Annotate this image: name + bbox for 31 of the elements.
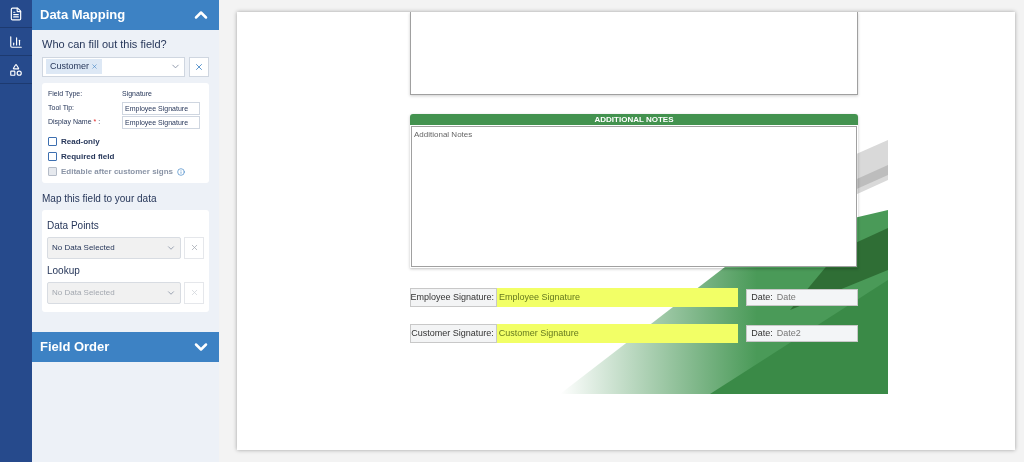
role-tag[interactable]: Customer (46, 58, 102, 75)
close-icon (194, 61, 204, 72)
info-icon (177, 167, 186, 176)
checkbox[interactable] (48, 137, 57, 146)
data-select[interactable]: No Data Selected (47, 236, 181, 259)
date-field[interactable]: Date: Date (746, 289, 858, 306)
select-label: Lookup (47, 263, 81, 278)
checkbox[interactable] (48, 152, 57, 161)
checkbox-label: Editable after customer signs (61, 165, 174, 178)
date-label: Date: (751, 326, 773, 340)
notes-header: ADDITIONAL NOTES (410, 114, 858, 125)
date-value: Date (776, 290, 796, 304)
role-select[interactable]: Customer (42, 56, 185, 77)
close-icon (189, 243, 199, 252)
notes-field[interactable]: Additional Notes (411, 126, 857, 267)
signature-field[interactable]: Employee Signature (497, 288, 739, 307)
signature-label: Customer Signature: (410, 324, 497, 343)
checkbox-label: Required field (61, 150, 115, 163)
select-label: Data Points (47, 218, 100, 233)
signature-field[interactable]: Customer Signature (496, 324, 739, 343)
field-question: Who can fill out this field? (42, 37, 168, 52)
section-header[interactable]: Field Order (32, 331, 219, 362)
section-title: Map this field to your data (42, 191, 158, 206)
signature-label: Employee Signature: (410, 288, 497, 307)
section-header[interactable]: Data Mapping (32, 0, 219, 30)
checkbox-label: Read-only (61, 135, 100, 148)
date-field[interactable]: Date: Date2 (746, 325, 858, 342)
date-label: Date: (751, 290, 773, 304)
close-icon (189, 288, 199, 297)
remove-icon (91, 63, 98, 70)
date-value: Date2 (776, 326, 801, 340)
